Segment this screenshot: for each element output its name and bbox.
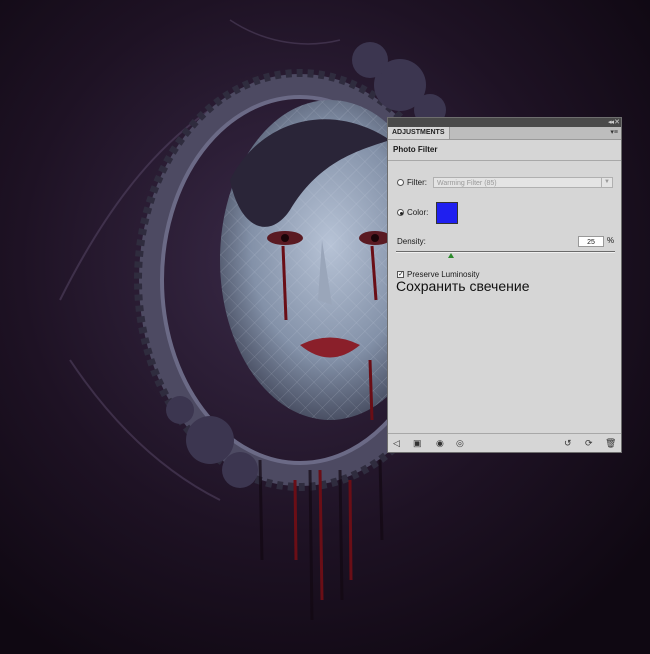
tab-adjustments[interactable]: ADJUSTMENTS [388, 127, 450, 139]
expanded-view-icon[interactable]: ▣ [413, 437, 422, 449]
eye-visibility-icon[interactable]: ◎ [456, 437, 464, 449]
density-slider-track[interactable] [396, 251, 615, 253]
panel-tabbar: ADJUSTMENTS ▾≡ [388, 127, 621, 140]
color-label: Color: [407, 208, 429, 217]
translation-overlay-text: Сохранить свечение [396, 278, 530, 294]
layer-mask-icon[interactable]: ◉ [436, 437, 444, 449]
adjustments-panel: ◂◂ ✕ ADJUSTMENTS ▾≡ Photo Filter Filter:… [387, 117, 622, 453]
panel-header: Photo Filter [388, 140, 621, 161]
reset-previous-icon[interactable]: ↺ [564, 437, 572, 449]
density-label: Density: [397, 237, 426, 246]
color-radio[interactable] [397, 209, 404, 216]
density-unit: % [607, 236, 615, 245]
panel-menu-icon[interactable]: ▾≡ [610, 129, 618, 137]
filter-radio[interactable] [397, 179, 404, 186]
panel-footer: ◁ ▣ ◉ ◎ ↺ ⟳ 🗑 [388, 433, 621, 452]
panel-topbar: ◂◂ ✕ [388, 118, 621, 127]
reset-default-icon[interactable]: ⟳ [585, 437, 593, 449]
filter-dropdown-value: Warming Filter (85) [437, 180, 497, 187]
color-swatch[interactable] [436, 202, 458, 224]
density-slider-thumb[interactable] [447, 253, 454, 258]
density-input[interactable]: 25 [578, 236, 604, 247]
close-icon[interactable]: ✕ [614, 118, 620, 127]
panel-title: Photo Filter [393, 145, 438, 154]
chevron-down-icon: ▼ [601, 178, 612, 187]
filter-label: Filter: [407, 178, 427, 187]
double-arrow-left-icon[interactable]: ◂◂ [608, 118, 614, 127]
preserve-luminosity-checkbox[interactable]: ✓ [397, 271, 404, 278]
delete-trash-icon[interactable]: 🗑 [605, 437, 616, 449]
filter-dropdown[interactable]: Warming Filter (85) ▼ [433, 177, 613, 188]
return-to-list-icon[interactable]: ◁ [393, 437, 400, 449]
